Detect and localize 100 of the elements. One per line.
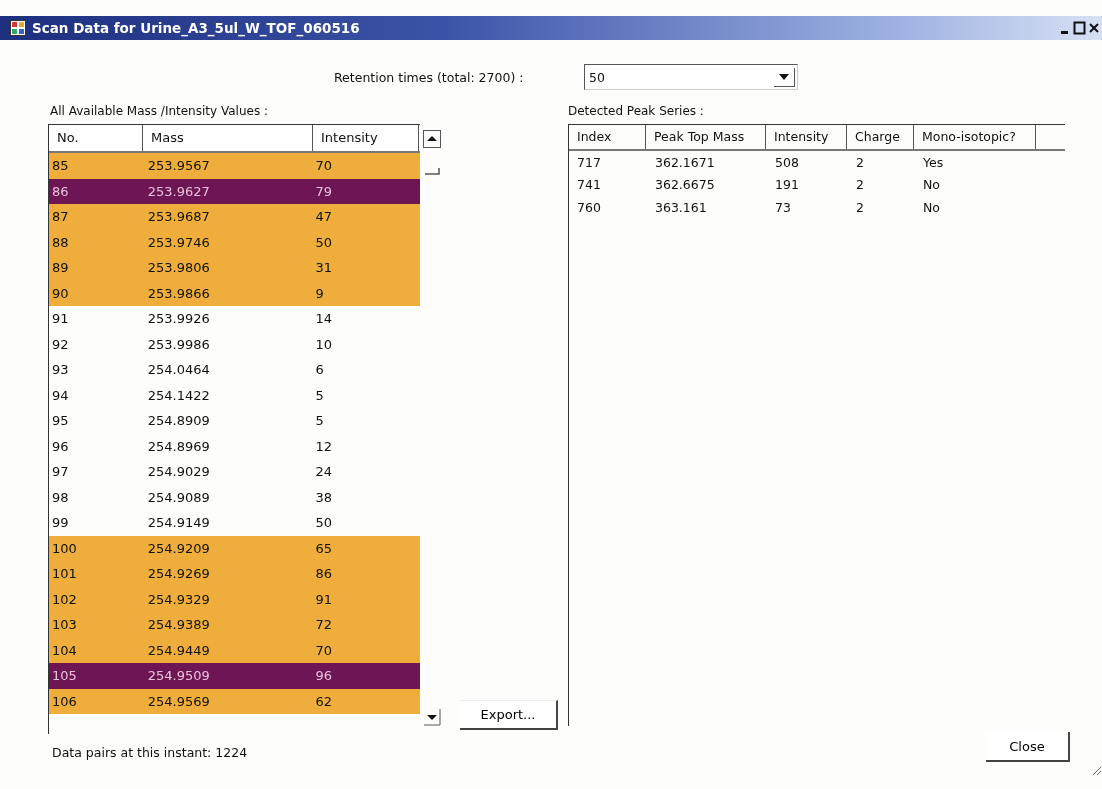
- column-header[interactable]: Intensity: [766, 125, 847, 149]
- table-cell-text: 88: [52, 234, 70, 250]
- table-cell-text: 65: [315, 540, 333, 556]
- table-cell-text: 253.9687: [147, 209, 211, 225]
- section-title: Detected Peak Series :: [568, 104, 705, 120]
- table-cell-text: 86: [52, 183, 70, 199]
- highlighted-row[interactable]: 86 253.9627 79: [49, 178, 420, 204]
- close-button[interactable]: Close: [986, 732, 1070, 762]
- highlighted-row[interactable]: 89 253.9806 31: [49, 255, 420, 281]
- table-cell-text: 6: [315, 362, 325, 378]
- table-row[interactable]: 97 254.9029 24: [49, 459, 420, 485]
- table-cell-text: 105: [52, 668, 78, 684]
- table-cell-text: 106: [52, 693, 78, 709]
- table-cell-text: 86: [315, 566, 333, 582]
- scroll-down-icon[interactable]: [423, 708, 441, 726]
- table-cell-text: 98: [52, 489, 70, 505]
- table-cell-text: 94: [52, 387, 70, 403]
- table-row[interactable]: 92 253.9986 10: [49, 331, 420, 357]
- table-cell-text: 62: [315, 693, 333, 709]
- table-cell-text: 79: [315, 183, 333, 199]
- table-cell-text: 5: [315, 413, 325, 429]
- app-icon: [10, 20, 26, 36]
- table-cell-text: 254.0464: [147, 362, 211, 378]
- scroll-thumb[interactable]: [423, 166, 441, 176]
- table-cell-text: 90: [52, 285, 70, 301]
- table-cell-text: No: [922, 177, 941, 193]
- table-cell-text: 70: [315, 158, 333, 174]
- table-cell-text: 9: [315, 285, 325, 301]
- highlighted-row[interactable]: 88 253.9746 50: [49, 229, 420, 255]
- table-cell-text: 10: [315, 336, 333, 352]
- table-cell-text: 254.9029: [147, 464, 211, 480]
- table-cell-text: 2: [855, 199, 865, 215]
- table-cell-text: 2: [855, 177, 865, 193]
- table-cell-text: 760: [576, 199, 602, 215]
- column-header[interactable]: Index: [569, 125, 646, 149]
- table-row[interactable]: 98 254.9089 38: [49, 484, 420, 510]
- column-header[interactable]: Peak Top Mass: [646, 125, 766, 149]
- maximize-icon[interactable]: [1073, 21, 1086, 35]
- table-row[interactable]: 93 254.0464 6: [49, 357, 420, 383]
- table-cell-text: 508: [774, 154, 800, 170]
- table-cell-text: 363.161: [654, 199, 708, 215]
- table-cell-text: 87: [52, 209, 70, 225]
- table-cell-text: 5: [315, 387, 325, 403]
- export-button[interactable]: Export...: [460, 700, 558, 730]
- table-cell-text: No: [922, 199, 941, 215]
- retention-dropdown[interactable]: 50: [584, 64, 798, 90]
- table-cell-text: 85: [52, 158, 70, 174]
- highlighted-row[interactable]: 87 253.9687 47: [49, 204, 420, 230]
- close-icon[interactable]: [1088, 21, 1100, 35]
- table-row[interactable]: 96 254.8969 12: [49, 433, 420, 459]
- table-cell-text: 102: [52, 591, 78, 607]
- table-cell-text: 254.9209: [147, 540, 211, 556]
- column-header[interactable]: Charge: [847, 125, 914, 149]
- resize-grip-icon[interactable]: [1090, 764, 1102, 776]
- table-cell-text: 253.9627: [147, 183, 211, 199]
- table-cell-text: 99: [52, 515, 70, 531]
- table-cell-text: 95: [52, 413, 70, 429]
- table-cell-text: 50: [315, 515, 333, 531]
- table-cell-text: 253.9806: [147, 260, 211, 276]
- status-text: Data pairs at this instant: 1224: [52, 744, 248, 760]
- table-cell-text: 253.9986: [147, 336, 211, 352]
- caret-icon[interactable]: [774, 67, 795, 87]
- highlighted-row[interactable]: 106 254.9569 62: [49, 688, 420, 714]
- table-cell-text: 89: [52, 260, 70, 276]
- column-header[interactable]: Mono-isotopic?: [914, 125, 1036, 149]
- table-cell-text: 31: [315, 260, 333, 276]
- table-cell-text: 254.9389: [147, 617, 211, 633]
- highlighted-row[interactable]: 85 253.9567 70: [49, 153, 420, 179]
- table-cell-text: 253.9746: [147, 234, 211, 250]
- table-cell-text: 253.9866: [147, 285, 211, 301]
- table-cell-text: 100: [52, 540, 78, 556]
- table-cell-text: 254.9149: [147, 515, 211, 531]
- highlighted-row[interactable]: 104 254.9449 70: [49, 637, 420, 663]
- table-cell-text: 96: [315, 668, 333, 684]
- table-cell-text: 50: [315, 234, 333, 250]
- table-cell-text: 741: [576, 177, 602, 193]
- table-cell-text: 12: [315, 438, 333, 454]
- highlighted-row[interactable]: 102 254.9329 91: [49, 586, 420, 612]
- table-row[interactable]: 99 254.9149 50: [49, 510, 420, 536]
- table-cell-text: 72: [315, 617, 333, 633]
- table-row[interactable]: 91 253.9926 14: [49, 306, 420, 332]
- highlighted-row[interactable]: 103 254.9389 72: [49, 612, 420, 638]
- table-cell-text: 103: [52, 617, 78, 633]
- table-cell-text: Yes: [922, 154, 945, 170]
- table-cell-text: 253.9926: [147, 311, 211, 327]
- table-cell-text: 362.1671: [654, 154, 716, 170]
- table-cell-text: 254.9269: [147, 566, 211, 582]
- table-cell-text: 191: [774, 177, 800, 193]
- table-cell-text: 104: [52, 642, 78, 658]
- table-cell-text: 97: [52, 464, 70, 480]
- table-cell-text: 96: [52, 438, 70, 454]
- scroll-up-icon[interactable]: [423, 130, 441, 148]
- table-row[interactable]: 95 254.8909 5: [49, 408, 420, 434]
- table-cell-text: 14: [315, 311, 333, 327]
- table-row[interactable]: 94 254.1422 5: [49, 382, 420, 408]
- highlighted-row[interactable]: 90 253.9866 9: [49, 280, 420, 306]
- highlighted-row[interactable]: 100 254.9209 65: [49, 535, 420, 561]
- highlighted-row[interactable]: 101 254.9269 86: [49, 561, 420, 587]
- retention-label: Retention times (total: 2700) :: [334, 69, 525, 85]
- highlighted-row[interactable]: 105 254.9509 96: [49, 663, 420, 689]
